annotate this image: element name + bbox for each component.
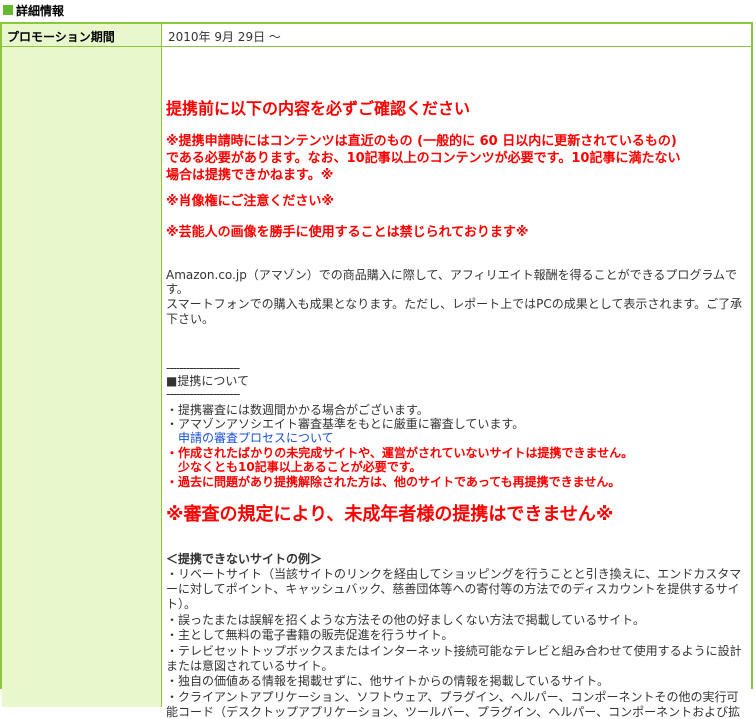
partnership-title: ■提携について	[166, 374, 249, 388]
example-6-line-1: ・クライアントアプリケーション、ソフトウェア、プラグイン、ヘルパー、コンポーネン…	[166, 690, 739, 704]
content-requirement-3: 場合は提携できかねます。※	[166, 168, 334, 183]
celebrity-image-notice: ※芸能人の画像を勝手に使用することは禁じられております※	[166, 225, 529, 240]
partnership-red-bullet-1-cont: 少なくとも10記事以上あることが必要です。	[178, 460, 422, 474]
section-header: 詳細情報	[0, 0, 756, 20]
portrait-rights-notice: ※肖像権にご注意ください※	[166, 194, 335, 209]
details-row: 提携前に以下の内容を必ずご確認ください ※提携申請時にはコンテンツは直近のもの …	[2, 47, 751, 719]
divider-top: ----------------------	[166, 361, 240, 375]
header-cell-empty	[2, 47, 162, 707]
example-4-line-1: ・テレビセットトップボックスまたはインターネット接続可能なテレビと組み合わせて使…	[166, 644, 742, 658]
notice-heading: 提携前に以下の内容を必ずご確認ください	[166, 99, 471, 118]
minor-notice: ※審査の規定により、未成年者様の提携はできません※	[166, 504, 614, 525]
example-3: ・主として無料の電子書籍の販売促進を行うサイト。	[166, 628, 454, 642]
example-1-line-3: ト）。	[166, 597, 197, 611]
details-table: プロモーション期間 2010年 9月 29日 ～ 提携前に以下の内容を必ずご確認…	[0, 22, 753, 719]
partnership-red-bullet-1: ・作成されたばかりの未完成サイトや、運営がされていないサイトは提携できません。	[166, 446, 634, 460]
content-requirement-2: である必要があります。なお、10記事以上のコンテンツが必要です。10記事に満たな…	[166, 151, 681, 166]
description-line-2: す。	[166, 282, 189, 296]
divider-bottom: ----------------------	[166, 387, 240, 401]
promotion-period-value: 2010年 9月 29日 ～	[168, 30, 281, 44]
description-line-1: Amazon.co.jp（アマゾン）での商品購入に際して、アフィリエイト報酬を得…	[166, 268, 738, 282]
partnership-bullet-1: ・提携審査には数週間かかる場合がございます。	[166, 403, 429, 417]
description-line-3: スマートフォンでの購入も成果となります。ただし、レポート上ではPCの成果として表…	[166, 297, 743, 311]
review-process-link[interactable]: 申請の審査プロセスについて	[178, 431, 334, 445]
example-5: ・独自の価値ある情報を掲載せずに、他サイトからの情報を掲載しているサイト。	[166, 674, 610, 688]
content-requirement-1: ※提携申請時にはコンテンツは直近のもの (一般的に 60 日以内に更新されている…	[166, 134, 677, 149]
green-square-icon	[3, 5, 13, 15]
example-6-line-2: 能コード（デスクトップアプリケーション、ツールバー、プラグイン、ヘルパー、コンポ…	[166, 705, 741, 719]
partnership-bullet-2: ・アマゾンアソシエイト審査基準をもとに厳重に審査しています。	[166, 417, 525, 431]
header-cell: プロモーション期間	[2, 24, 162, 46]
promotion-period-label: プロモーション期間	[7, 30, 115, 44]
example-1-line-2: ーに対してポイント、キャッシュバック、慈善団体等への寄付等の方法でのディスカウン…	[166, 582, 740, 596]
partnership-red-bullet-2: ・過去に問題があり提携解除された方は、他のサイトであっても再提携できません。	[166, 475, 621, 489]
section-title: 詳細情報	[16, 3, 65, 18]
promotion-period-row: プロモーション期間 2010年 9月 29日 ～	[2, 24, 751, 47]
example-4-line-2: または意図されているサイト。	[166, 659, 334, 673]
example-1-line-1: ・リベートサイト（当該サイトのリンクを経由してショッピングを行うことと引き換えに…	[166, 567, 742, 581]
description-line-4: 下さい。	[166, 312, 215, 326]
example-2: ・誤ったまたは誤解を招くような方法その他の好ましくない方法で掲載しているサイト。	[166, 613, 646, 627]
examples-title: ＜提携できないサイトの例＞	[166, 552, 323, 566]
